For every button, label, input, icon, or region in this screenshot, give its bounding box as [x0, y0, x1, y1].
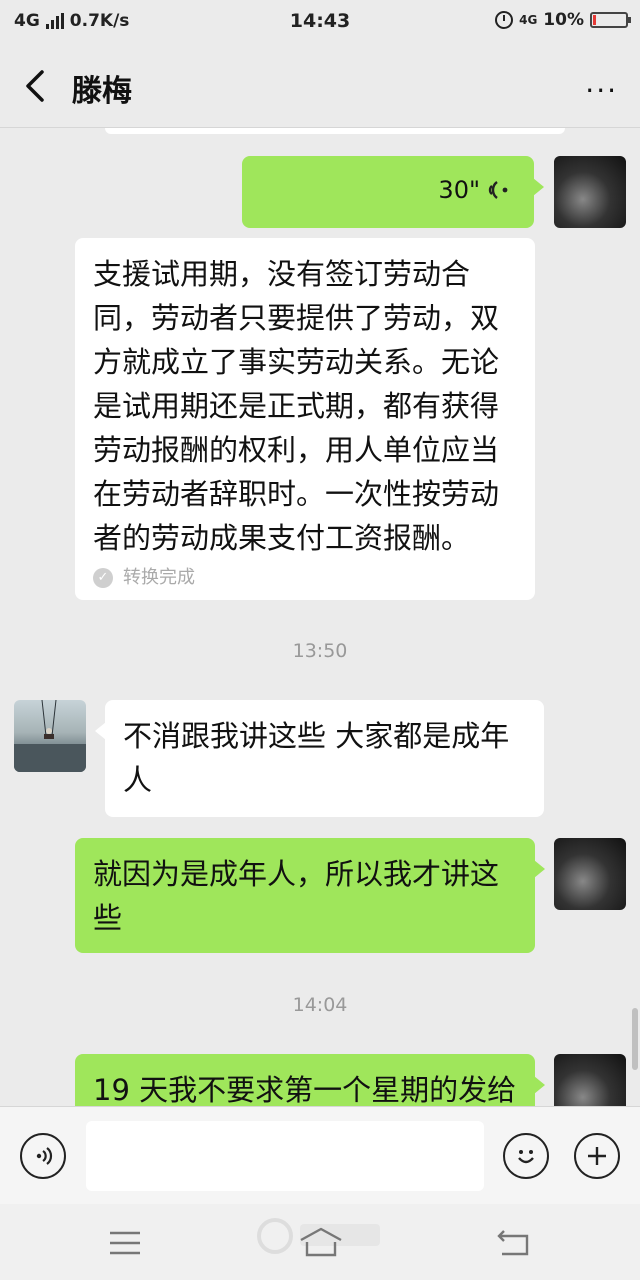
- chat-header: 滕梅 ···: [0, 44, 640, 128]
- check-icon: ✓: [93, 568, 113, 588]
- voice-message-bubble[interactable]: 30": [242, 156, 544, 228]
- message-line: 不消跟我讲这些 大家都是成年: [123, 719, 510, 753]
- more-icon[interactable]: ···: [585, 74, 618, 107]
- avatar-scene-icon: [14, 700, 86, 772]
- message-line: 19 天我不要求第一个星期的发给: [93, 1073, 517, 1106]
- status-right: 4G 10%: [495, 10, 631, 30]
- message-line: 些: [93, 901, 123, 935]
- home-icon[interactable]: [298, 1226, 344, 1258]
- voice-duration: 30": [438, 176, 480, 204]
- transcript-status: ✓ 转换完成: [93, 566, 517, 590]
- transcript-line: 劳动报酬的权利，用人单位应当: [93, 433, 500, 467]
- message-line: 就因为是成年人，所以我才讲这: [93, 857, 500, 891]
- previous-message-bubble: [105, 128, 565, 134]
- status-bar: 4G 0.7K/s 14:43 4G 10%: [0, 0, 640, 44]
- scrollbar[interactable]: [632, 1008, 638, 1070]
- transcript-line: 同，劳动者只要提供了劳动，双: [93, 301, 500, 335]
- message-line: 人: [123, 763, 153, 797]
- voice-icon: [36, 1147, 53, 1165]
- transcript-line: 者的劳动成果支付工资报酬。: [93, 521, 471, 555]
- battery-percent: 10%: [543, 10, 584, 30]
- message-input[interactable]: [86, 1121, 484, 1191]
- my-avatar[interactable]: [554, 156, 626, 228]
- my-avatar[interactable]: [554, 1054, 626, 1106]
- my-avatar[interactable]: [554, 838, 626, 910]
- my-message-bubble[interactable]: 就因为是成年人，所以我才讲这 些: [75, 838, 545, 953]
- battery-icon: [590, 12, 631, 28]
- message-list[interactable]: 30" 支援试用期，没有签订劳动合 同，劳动者只要提供了劳动，双 方就成立了事实…: [0, 128, 640, 1106]
- transcript-line: 在劳动者辞职时。一次性按劳动: [93, 477, 500, 511]
- contact-avatar[interactable]: [14, 700, 86, 772]
- voice-input-button[interactable]: [20, 1133, 66, 1179]
- transcript-status-label: 转换完成: [123, 567, 195, 588]
- transcript-line: 方就成立了事实劳动关系。无论: [93, 345, 500, 379]
- back-nav-icon[interactable]: [496, 1228, 532, 1258]
- timestamp: 14:04: [292, 994, 348, 1016]
- transcript-line: 支援试用期，没有签订劳动合: [93, 257, 471, 291]
- contact-message-bubble[interactable]: 不消跟我讲这些 大家都是成年 人: [95, 700, 544, 817]
- chat-title: 滕梅: [72, 74, 132, 109]
- timestamp: 13:50: [292, 640, 348, 662]
- smiley-icon: [518, 1150, 534, 1164]
- transcript-line: 是试用期还是正式期，都有获得: [93, 389, 500, 423]
- back-arrow-icon[interactable]: [22, 66, 52, 106]
- input-bar: [0, 1106, 640, 1204]
- more-functions-button[interactable]: [574, 1133, 620, 1179]
- voice-wave-icon: [488, 181, 508, 199]
- emoji-button[interactable]: [503, 1133, 549, 1179]
- alarm-icon: [495, 11, 514, 29]
- plus-icon: [588, 1147, 606, 1165]
- system-nav-bar: [0, 1204, 640, 1280]
- network-right: 4G: [519, 13, 538, 27]
- my-message-bubble[interactable]: 19 天我不要求第一个星期的发给: [75, 1054, 545, 1106]
- menu-icon[interactable]: [108, 1230, 142, 1256]
- voice-transcript-bubble[interactable]: 支援试用期，没有签订劳动合 同，劳动者只要提供了劳动，双 方就成立了事实劳动关系…: [75, 238, 535, 600]
